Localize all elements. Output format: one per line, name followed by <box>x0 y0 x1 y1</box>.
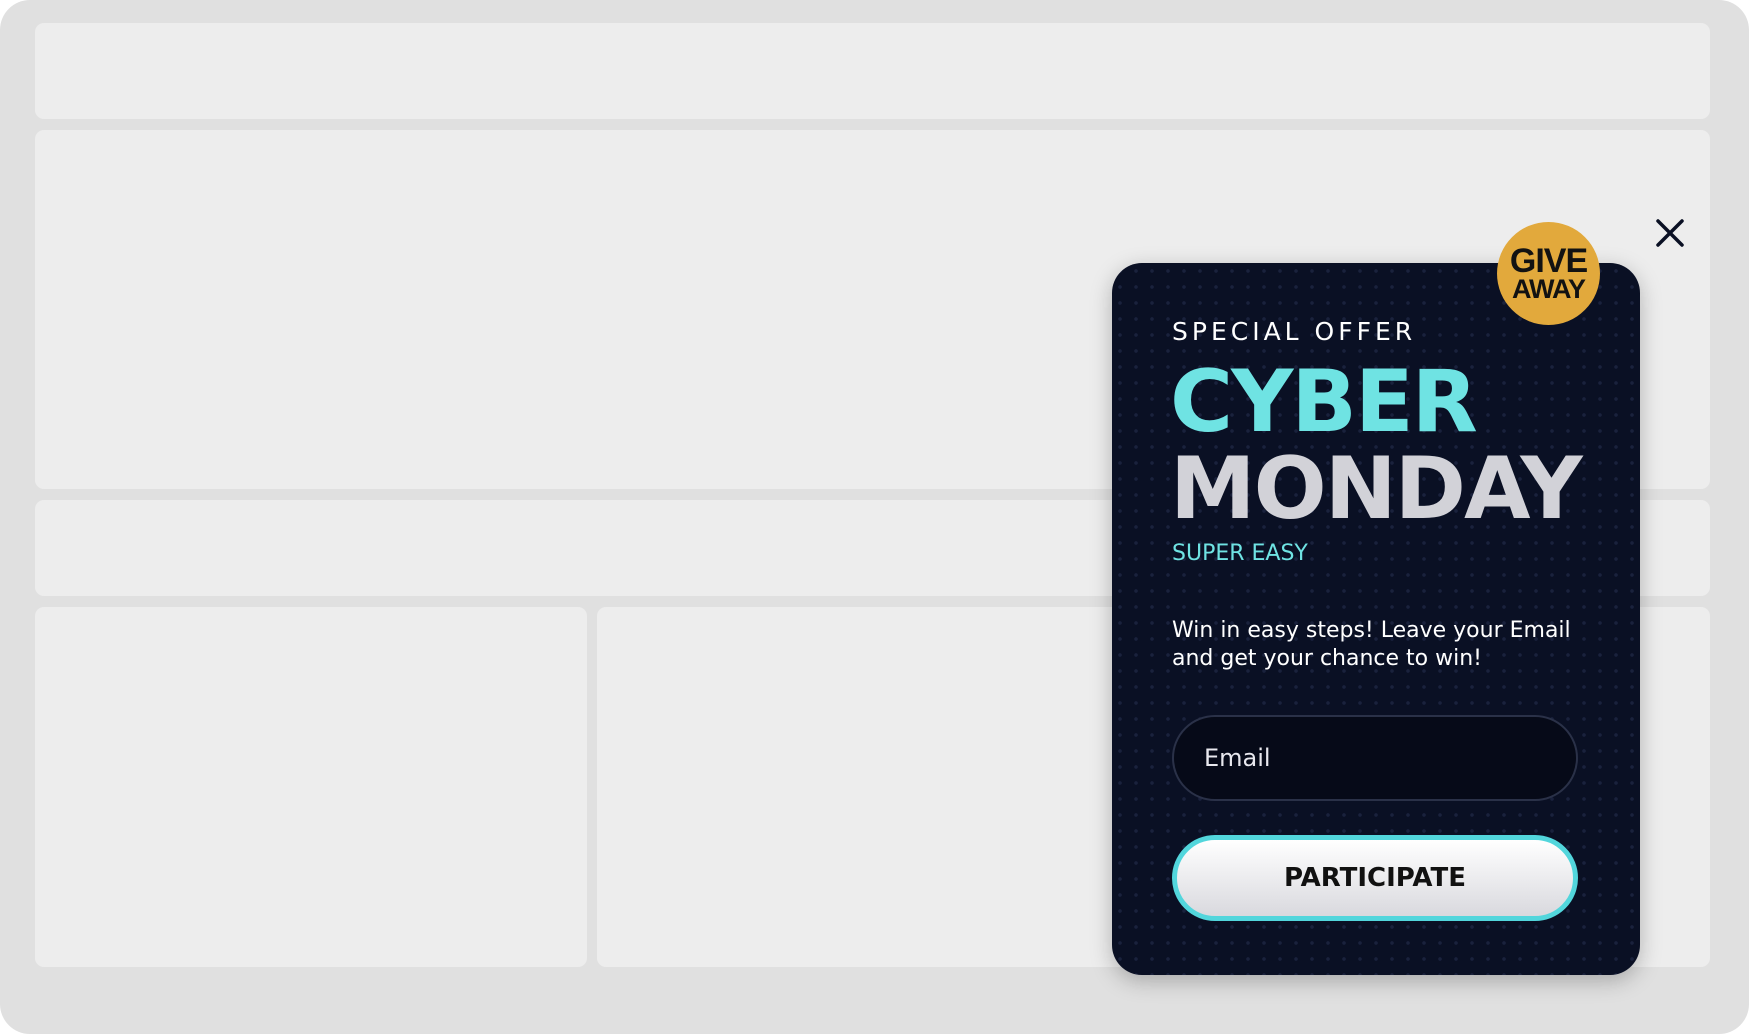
badge-line-2: AWAY <box>1511 273 1586 304</box>
badge-line-1: GIVE <box>1509 241 1588 280</box>
giveaway-popup: SPECIAL OFFER CYBER MONDAY SUPER EASY Wi… <box>1112 263 1640 975</box>
special-offer-label: SPECIAL OFFER <box>1172 317 1417 346</box>
placeholder-header-block <box>35 23 1710 119</box>
placeholder-left-card <box>35 607 587 967</box>
giveaway-badge: GIVE AWAY <box>1497 222 1600 325</box>
participate-button[interactable]: PARTICIPATE <box>1172 835 1578 921</box>
popup-description: Win in easy steps! Leave your Email and … <box>1172 618 1571 671</box>
super-easy-label: SUPER EASY <box>1172 541 1308 566</box>
title-monday: MONDAY <box>1170 439 1583 539</box>
title-cyber: CYBER <box>1170 352 1478 452</box>
email-field[interactable] <box>1172 715 1578 801</box>
close-icon[interactable] <box>1653 216 1687 250</box>
